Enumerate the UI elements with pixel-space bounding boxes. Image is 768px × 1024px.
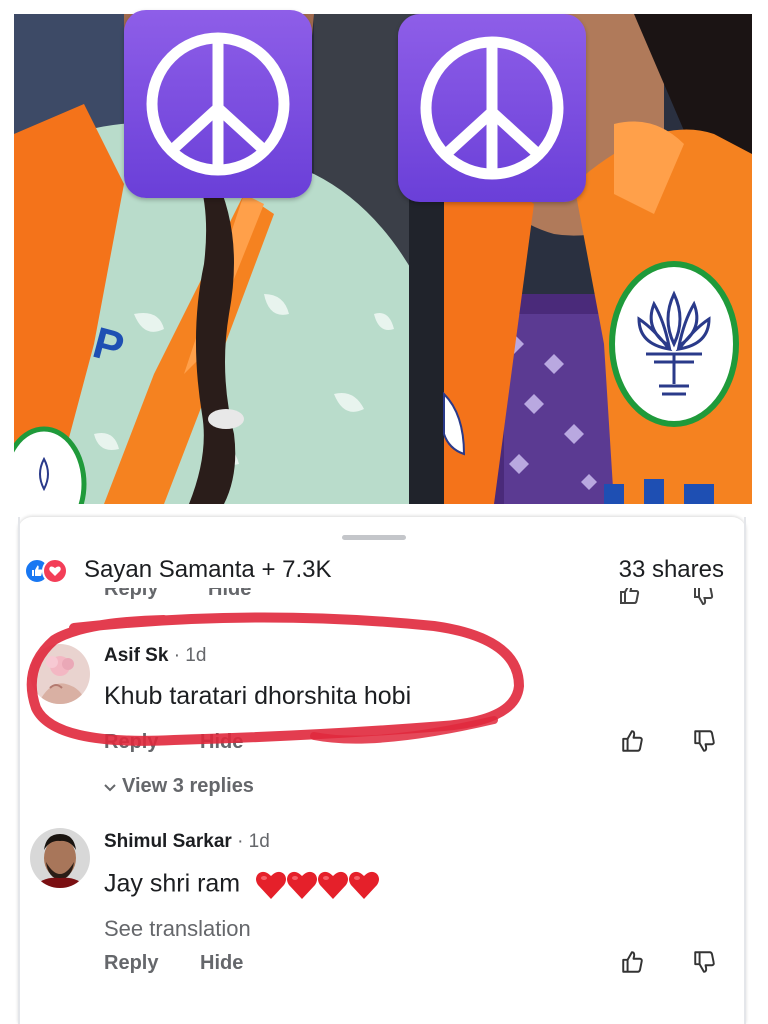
previous-reply-link[interactable]: Reply	[104, 588, 158, 601]
view-replies-label[interactable]: View 3 replies	[122, 775, 254, 797]
reply-link[interactable]: Reply	[104, 731, 158, 754]
thumbs-down-icon[interactable]	[692, 949, 718, 980]
comment-item: Shimul Sarkar · 1d Jay shri ram See tran…	[30, 826, 730, 996]
previous-thumbs-down-icon[interactable]	[692, 588, 716, 606]
view-replies-link[interactable]: View 3 replies	[104, 775, 254, 798]
comment-time: · 1d	[237, 831, 270, 852]
face-cover-peace-icon-left	[124, 10, 312, 198]
comment-author[interactable]: Asif Sk · 1d	[104, 645, 206, 667]
thumbs-up-icon[interactable]	[620, 949, 646, 980]
chevron-down-icon	[104, 779, 116, 797]
comment-time: · 1d	[173, 645, 207, 666]
hide-link[interactable]: Hide	[200, 731, 243, 754]
post-photo[interactable]: P	[0, 0, 768, 520]
previous-thumbs-up-icon[interactable]	[618, 588, 642, 606]
comment-author[interactable]: Shimul Sarkar · 1d	[104, 831, 270, 853]
comment-text: Jay shri ram	[104, 868, 381, 902]
previous-hide-link[interactable]: Hide	[208, 588, 251, 601]
peace-symbol-icon	[146, 32, 290, 176]
comment-text-body: Jay shri ram	[104, 869, 241, 898]
thumbs-down-icon[interactable]	[692, 728, 718, 759]
love-reaction-icon[interactable]	[42, 558, 68, 584]
author-name[interactable]: Asif Sk	[104, 645, 168, 666]
comment-item: Asif Sk · 1d Khub taratari dhorshita hob…	[30, 640, 730, 790]
sheet-drag-handle[interactable]	[342, 535, 406, 540]
see-translation-link[interactable]: See translation	[104, 916, 251, 942]
heart-emoji-icon	[256, 871, 380, 899]
reactors-summary[interactable]: Sayan Samanta + 7.3K	[84, 556, 332, 584]
hide-link[interactable]: Hide	[200, 952, 243, 975]
face-cover-peace-icon-right	[398, 14, 586, 202]
comment-text: Khub taratari dhorshita hobi	[104, 682, 412, 710]
peace-symbol-icon	[420, 36, 564, 180]
post-reactions-bar: Sayan Samanta + 7.3K 33 shares	[24, 553, 724, 587]
avatar[interactable]	[30, 828, 90, 888]
avatar[interactable]	[30, 644, 90, 704]
thumbs-up-icon[interactable]	[620, 728, 646, 759]
shares-count[interactable]: 33 shares	[619, 556, 724, 584]
reply-link[interactable]: Reply	[104, 952, 158, 975]
author-name[interactable]: Shimul Sarkar	[104, 831, 232, 852]
previous-comment-actions-cropped: Reply Hide	[104, 588, 744, 606]
